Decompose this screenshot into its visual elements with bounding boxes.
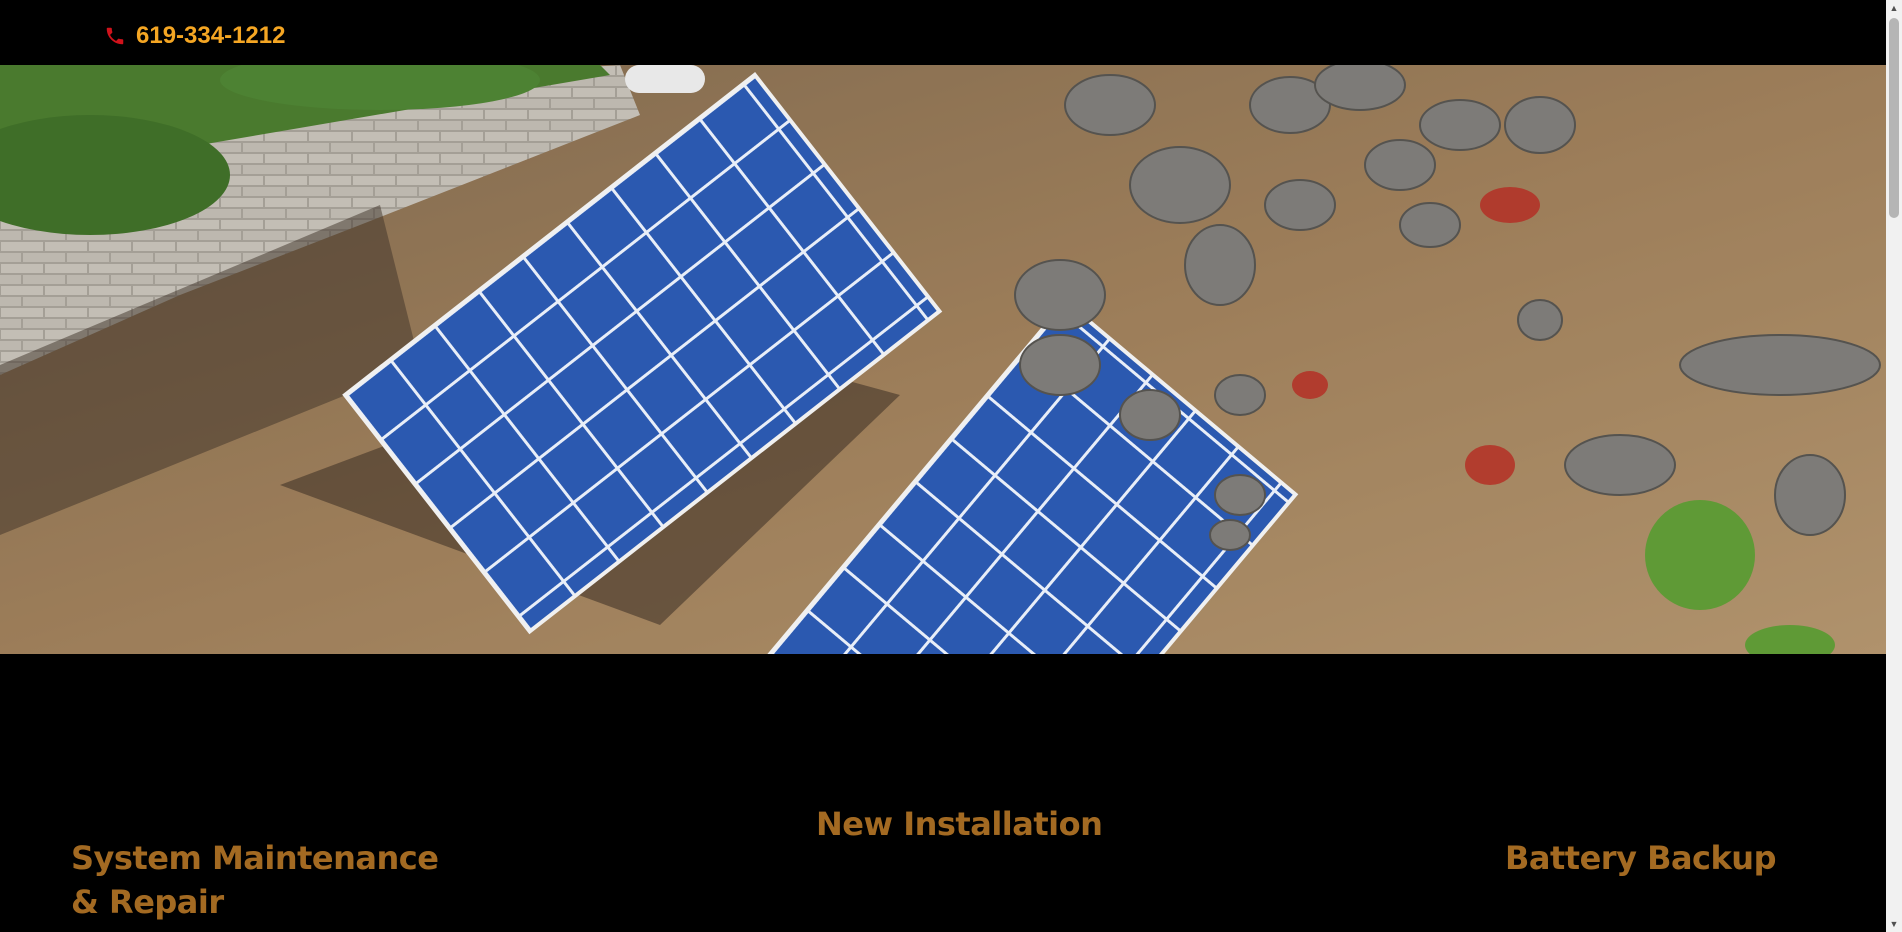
scroll-down-arrow-icon[interactable]: ▼	[1886, 916, 1902, 932]
top-bar: 619-334-1212	[0, 0, 1886, 65]
phone-icon	[106, 27, 124, 45]
phone-link[interactable]: 619-334-1212	[104, 22, 285, 50]
scrollbar[interactable]: ▲ ▼	[1886, 0, 1902, 932]
hero-photo	[0, 65, 1886, 654]
service-new-installation[interactable]: New Installation	[816, 802, 1116, 846]
services-section: System Maintenance & Repair New Installa…	[0, 654, 1886, 932]
service-maintenance-line2: & Repair	[71, 883, 224, 921]
scroll-up-arrow-icon[interactable]: ▲	[1886, 0, 1902, 16]
service-battery-backup[interactable]: Battery Backup	[1505, 836, 1805, 880]
hero-image	[0, 65, 1886, 654]
phone-number: 619-334-1212	[136, 22, 286, 49]
service-maintenance-line1: System Maintenance	[71, 839, 439, 877]
scroll-thumb[interactable]	[1889, 18, 1899, 218]
service-maintenance-repair[interactable]: System Maintenance & Repair	[71, 836, 491, 924]
